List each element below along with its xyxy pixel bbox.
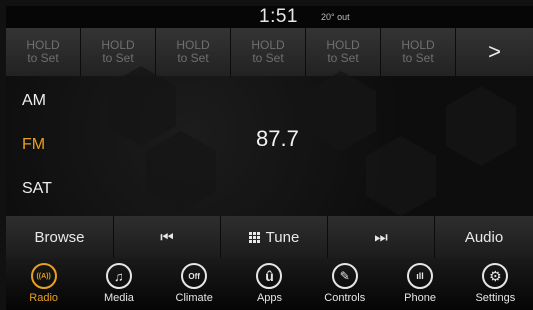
preset-sublabel: to Set — [252, 51, 284, 65]
clock: 1:51 — [259, 6, 298, 27]
seek-forward-button[interactable]: ⏭ — [328, 216, 435, 258]
preset-4[interactable]: HOLD to Set — [231, 28, 306, 76]
browse-button[interactable]: Browse — [6, 216, 114, 258]
hex-pattern — [106, 66, 176, 146]
nav-settings[interactable]: ⚙ Settings — [458, 258, 533, 310]
hex-pattern — [446, 86, 516, 166]
bottom-nav: ((A)) Radio ♫ Media Off Climate û Apps ✎… — [6, 258, 533, 310]
apps-icon: û — [256, 263, 283, 289]
tune-label: Tune — [265, 228, 300, 246]
audio-button[interactable]: Audio — [435, 216, 533, 258]
radio-screen: 1:51 20° out HOLD to Set HOLD to Set HOL… — [6, 6, 533, 310]
preset-sublabel: to Set — [27, 51, 59, 65]
hex-pattern — [306, 71, 376, 151]
climate-off-icon: Off — [181, 263, 208, 289]
nav-label: Apps — [256, 292, 283, 304]
audio-label: Audio — [464, 228, 504, 246]
hex-pattern — [366, 136, 436, 216]
wrench-icon: ✎ — [331, 263, 358, 289]
preset-sublabel: to Set — [327, 51, 359, 65]
phone-signal-icon: ıll — [407, 263, 434, 289]
music-note-icon: ♫ — [105, 263, 132, 289]
hex-pattern — [146, 131, 216, 211]
nav-media[interactable]: ♫ Media — [81, 258, 156, 310]
preset-3[interactable]: HOLD to Set — [156, 28, 231, 76]
nav-label: Controls — [324, 292, 366, 304]
status-bar: 1:51 20° out — [6, 6, 533, 28]
preset-sublabel: to Set — [402, 51, 434, 65]
seek-forward-icon: ⏭ — [374, 228, 388, 246]
radio-icon: ((A)) — [30, 263, 57, 289]
outside-temperature: 20° out — [321, 12, 350, 22]
nav-label: Media — [103, 292, 134, 304]
browse-label: Browse — [34, 228, 85, 246]
nav-label: Climate — [175, 292, 213, 304]
band-fm[interactable]: FM — [22, 136, 45, 154]
tuner-area: AM FM SAT 87.7 — [6, 66, 533, 216]
nav-apps[interactable]: û Apps — [232, 258, 307, 310]
nav-label: Settings — [475, 292, 516, 304]
preset-5[interactable]: HOLD to Set — [306, 28, 381, 76]
gear-icon: ⚙ — [482, 263, 509, 289]
tune-button[interactable]: Tune — [221, 216, 328, 258]
seek-back-icon: ⏮ — [160, 228, 174, 246]
preset-1[interactable]: HOLD to Set — [6, 28, 81, 76]
presets-next-button[interactable]: > — [456, 28, 533, 76]
band-am[interactable]: AM — [22, 92, 46, 110]
preset-bar: HOLD to Set HOLD to Set HOLD to Set HOLD… — [6, 28, 533, 76]
grid-icon — [248, 231, 260, 243]
nav-climate[interactable]: Off Climate — [157, 258, 232, 310]
nav-phone[interactable]: ıll Phone — [382, 258, 457, 310]
nav-controls[interactable]: ✎ Controls — [307, 258, 382, 310]
nav-radio[interactable]: ((A)) Radio — [6, 258, 81, 310]
nav-label: Phone — [404, 292, 436, 304]
band-sat[interactable]: SAT — [22, 180, 52, 198]
station-frequency: 87.7 — [256, 126, 299, 151]
preset-sublabel: to Set — [177, 51, 209, 65]
chevron-right-icon: > — [488, 39, 501, 64]
control-bar: Browse ⏮ Tune ⏭ Audio — [6, 216, 533, 258]
preset-sublabel: to Set — [102, 51, 134, 65]
seek-back-button[interactable]: ⏮ — [114, 216, 221, 258]
nav-label: Radio — [29, 292, 59, 304]
preset-6[interactable]: HOLD to Set — [381, 28, 456, 76]
